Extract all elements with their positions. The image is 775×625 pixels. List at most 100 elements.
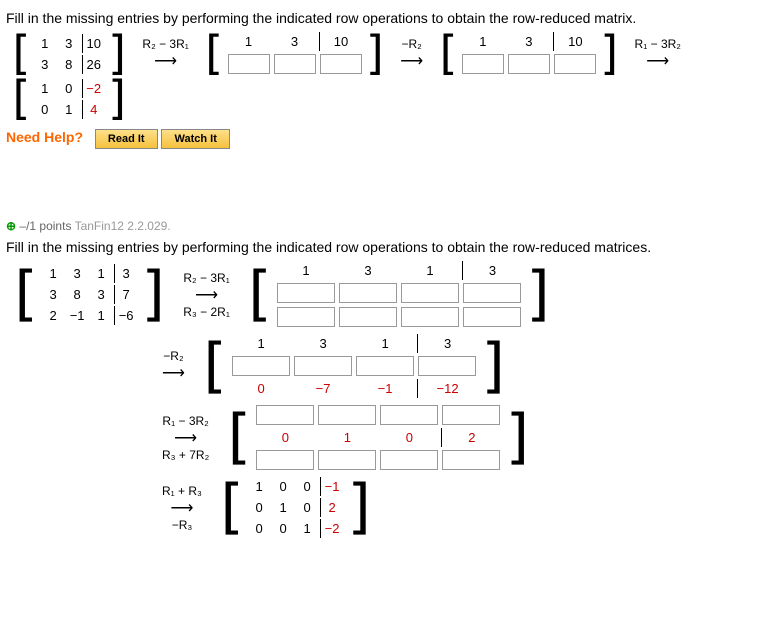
input-cell[interactable] bbox=[401, 283, 459, 303]
input-cell[interactable] bbox=[256, 450, 314, 470]
input-cell[interactable] bbox=[277, 283, 335, 303]
q1-op1: R₂ − 3R₁⟶ bbox=[136, 37, 194, 71]
input-cell[interactable] bbox=[318, 405, 376, 425]
input-cell[interactable] bbox=[232, 356, 290, 376]
cell: 3 bbox=[42, 285, 64, 304]
read-it-button[interactable]: Read It bbox=[95, 129, 158, 149]
input-cell[interactable] bbox=[294, 356, 352, 376]
q2-matrix-final: [ 100−1 0102 001−2 ] bbox=[212, 477, 379, 538]
cell: 10 bbox=[82, 34, 105, 53]
arrow-icon: ⟶ bbox=[171, 498, 194, 518]
cell: 2 bbox=[42, 306, 64, 325]
cell: 3 bbox=[66, 264, 88, 283]
cell: 0 bbox=[34, 100, 56, 119]
arrow-icon: ⟶ bbox=[154, 51, 177, 71]
arrow-icon: ⟶ bbox=[400, 51, 423, 71]
input-cell[interactable] bbox=[554, 54, 596, 74]
cell: 2 bbox=[441, 428, 501, 447]
cell: 1 bbox=[42, 264, 64, 283]
input-cell[interactable] bbox=[380, 405, 438, 425]
q2-matrix1: [ 1313 3837 2−11−6 ] bbox=[6, 264, 173, 325]
cell: 1 bbox=[58, 100, 80, 119]
input-cell[interactable] bbox=[463, 283, 521, 303]
cell: 0 bbox=[272, 477, 294, 496]
points: –/1 points bbox=[19, 219, 71, 233]
cell: 1 bbox=[231, 334, 291, 353]
input-cell[interactable] bbox=[339, 283, 397, 303]
cell: 1 bbox=[90, 306, 112, 325]
cell: 3 bbox=[417, 334, 477, 353]
cell: 3 bbox=[293, 334, 353, 353]
input-cell[interactable] bbox=[418, 356, 476, 376]
reference: TanFin12 2.2.029. bbox=[75, 219, 171, 233]
cell: 1 bbox=[248, 477, 270, 496]
need-help: Need Help? Read It Watch It bbox=[6, 129, 769, 149]
q1-matrix2: [ 1310 ] bbox=[199, 32, 390, 75]
cell: −1 bbox=[355, 379, 415, 398]
cell: 0 bbox=[248, 498, 270, 517]
input-cell[interactable] bbox=[320, 54, 362, 74]
q2-matrix-s2: [ 1313 0−7−1−12 ] bbox=[195, 334, 513, 398]
input-cell[interactable] bbox=[508, 54, 550, 74]
cell: 1 bbox=[461, 32, 505, 51]
input-cell[interactable] bbox=[401, 307, 459, 327]
input-cell[interactable] bbox=[339, 307, 397, 327]
cell: 1 bbox=[90, 264, 112, 283]
arrow-icon: ⟶ bbox=[174, 428, 197, 448]
input-cell[interactable] bbox=[442, 405, 500, 425]
cell: −2 bbox=[320, 519, 343, 538]
arrow-icon: ⟶ bbox=[195, 285, 218, 305]
input-cell[interactable] bbox=[256, 405, 314, 425]
need-help-label: Need Help? bbox=[6, 129, 83, 145]
cell: 3 bbox=[507, 32, 551, 51]
input-cell[interactable] bbox=[462, 54, 504, 74]
cell: 26 bbox=[82, 55, 105, 74]
q2-op3: R₁ − 3R₂⟶R₃ + 7R₂ bbox=[156, 414, 215, 462]
input-cell[interactable] bbox=[356, 356, 414, 376]
cell: 10 bbox=[553, 32, 597, 51]
expand-icon[interactable]: ⊕ bbox=[6, 219, 16, 233]
cell: 0 bbox=[58, 79, 80, 98]
input-cell[interactable] bbox=[274, 54, 316, 74]
cell: 1 bbox=[34, 79, 56, 98]
q2-step1: [ 1313 3837 2−11−6 ] R₂ − 3R₁⟶R₃ − 2R₁ [… bbox=[6, 261, 769, 328]
cell: 0 bbox=[296, 498, 318, 517]
cell: 3 bbox=[114, 264, 137, 283]
cell: 0 bbox=[255, 428, 315, 447]
input-cell[interactable] bbox=[318, 450, 376, 470]
q1-matrix1: [ 1310 3826 ] bbox=[6, 34, 132, 74]
cell: 1 bbox=[317, 428, 377, 447]
watch-it-button[interactable]: Watch It bbox=[161, 129, 229, 149]
q1-instruction: Fill in the missing entries by performin… bbox=[6, 10, 769, 26]
q2-step3: R₁ − 3R₂⟶R₃ + 7R₂ [ 0102 ] bbox=[6, 404, 769, 471]
cell: 3 bbox=[58, 34, 80, 53]
cell: 3 bbox=[273, 32, 317, 51]
input-cell[interactable] bbox=[277, 307, 335, 327]
cell: 0 bbox=[296, 477, 318, 496]
q2-matrix-s3: [ 0102 ] bbox=[219, 404, 537, 471]
points-row: ⊕ –/1 points TanFin12 2.2.029. bbox=[6, 219, 769, 233]
q1-row: [ 1310 3826 ] R₂ − 3R₁⟶ [ 1310 ] −R₂⟶ [ … bbox=[6, 32, 769, 119]
cell: 10 bbox=[319, 32, 363, 51]
q1-op2: −R₂⟶ bbox=[394, 37, 429, 71]
cell: 3 bbox=[34, 55, 56, 74]
cell: 1 bbox=[272, 498, 294, 517]
cell: 0 bbox=[248, 519, 270, 538]
cell: 4 bbox=[82, 100, 105, 119]
q2-op1: R₂ − 3R₁⟶R₃ − 2R₁ bbox=[177, 271, 236, 319]
q2-matrix-s1: [ 1313 ] bbox=[240, 261, 558, 328]
input-cell[interactable] bbox=[463, 307, 521, 327]
input-cell[interactable] bbox=[442, 450, 500, 470]
cell: −1 bbox=[320, 477, 343, 496]
cell: 1 bbox=[34, 34, 56, 53]
cell: 7 bbox=[114, 285, 137, 304]
q1-op3: R₁ − 3R₂⟶ bbox=[629, 37, 687, 71]
input-cell[interactable] bbox=[228, 54, 270, 74]
q2-op2: −R₂⟶ bbox=[156, 349, 191, 383]
cell: 8 bbox=[66, 285, 88, 304]
cell: 3 bbox=[338, 261, 398, 280]
input-cell[interactable] bbox=[380, 450, 438, 470]
cell: 1 bbox=[296, 519, 318, 538]
cell: 1 bbox=[400, 261, 460, 280]
cell: 0 bbox=[231, 379, 291, 398]
